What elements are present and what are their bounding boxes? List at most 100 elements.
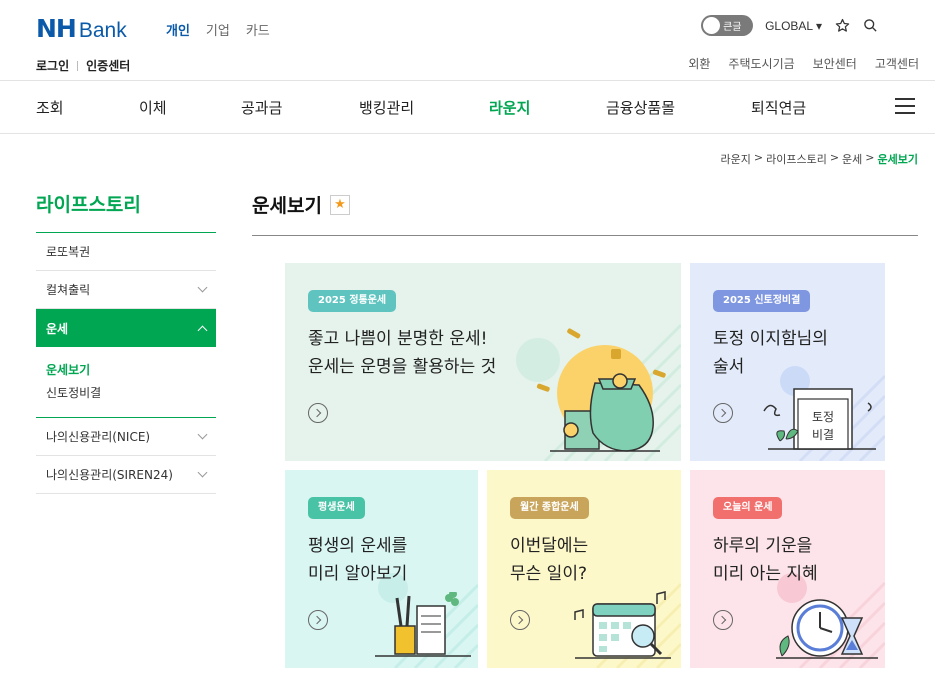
gnb-financial-mall[interactable]: 금융상품몰 (606, 97, 675, 118)
side-item-label: 나의신용관리(NICE) (46, 430, 151, 444)
divider (77, 60, 79, 71)
chevron-down-icon (197, 429, 208, 440)
tab-card[interactable]: 카드 (246, 20, 270, 39)
card-title-line2: 술서 (713, 357, 745, 377)
global-menu-button[interactable]: GLOBAL ▾ (765, 19, 822, 33)
logo-nh: NH (36, 14, 77, 43)
card-badge: 평생운세 (308, 497, 365, 519)
gnb-banking-management[interactable]: 뱅킹관리 (359, 97, 414, 118)
gnb-utility-bills[interactable]: 공과금 (241, 97, 282, 118)
large-text-toggle[interactable]: 큰글 (701, 15, 754, 36)
side-item-label: 나의신용관리(SIREN24) (46, 468, 173, 482)
card-title-line2: 운세는 운명을 활용하는 것 (308, 357, 497, 377)
book-title-line2: 비결 (812, 428, 834, 442)
sub-link-security-center[interactable]: 보안센터 (813, 55, 857, 72)
card-title: 이번달에는 무슨 일이? (510, 532, 588, 588)
page-title-text: 운세보기 (252, 195, 322, 217)
side-subitem-fortune-view[interactable]: 운세보기 (46, 359, 206, 382)
side-item-label: 운세 (46, 321, 69, 336)
pencil-cup-icon (375, 592, 471, 657)
breadcrumb-separator: > (865, 151, 875, 164)
card-title-line1: 토정 이지함님의 (713, 329, 828, 349)
arrow-right-icon[interactable] (308, 610, 328, 630)
breadcrumb-separator: > (829, 151, 840, 164)
sub-link-forex[interactable]: 외환 (688, 55, 710, 72)
book-icon: 토정 비결 (763, 388, 876, 450)
breadcrumb: 라운지 > 라이프스토리 > 운세 > 운세보기 (721, 151, 919, 167)
card-title: 하루의 기운을 미리 아는 지혜 (713, 532, 818, 588)
card-daily-fortune[interactable]: 오늘의 운세 하루의 기운을 미리 아는 지혜 (690, 470, 885, 668)
gnb-lounge[interactable]: 라운지 (489, 97, 530, 118)
customer-type-tabs: 개인 기업 카드 (166, 20, 270, 39)
money-bag-icon (536, 328, 666, 452)
side-item-fortune[interactable]: 운세 (36, 309, 216, 347)
sub-links: 외환 주택도시기금 보안센터 고객센터 (688, 55, 919, 72)
title-divider (252, 235, 918, 236)
chevron-up-icon (197, 325, 208, 335)
auth-links: 로그인 인증센터 (36, 57, 130, 74)
card-title-line1: 평생의 운세를 (308, 536, 408, 556)
card-title: 토정 이지함님의 술서 (713, 325, 828, 381)
menu-icon[interactable] (895, 98, 915, 115)
top-bar: NH Bank 개인 기업 카드 로그인 인증센터 큰글 GLOBAL ▾ 외환… (0, 0, 935, 80)
cert-center-link[interactable]: 인증센터 (86, 57, 130, 74)
tab-business[interactable]: 기업 (206, 20, 230, 39)
card-badge: 오늘의 운세 (713, 497, 783, 519)
breadcrumb-lifestory[interactable]: 라이프스토리 (766, 151, 827, 167)
side-item-label: 로또복권 (46, 245, 91, 259)
card-title: 좋고 나쁨이 분명한 운세! 운세는 운명을 활용하는 것 (308, 325, 496, 381)
favorite-star-icon[interactable]: ★ (329, 194, 350, 215)
card-lifetime-fortune[interactable]: 평생운세 평생의 운세를 미리 알아보기 (285, 470, 478, 668)
card-title-line2: 미리 아는 지혜 (713, 564, 818, 584)
toggle-label: 큰글 (723, 22, 742, 33)
side-item-credit-siren24[interactable]: 나의신용관리(SIREN24) (36, 456, 216, 494)
gnb-transfer[interactable]: 이체 (139, 97, 167, 118)
book-title-line1: 토정 (812, 410, 834, 424)
arrow-right-icon[interactable] (713, 403, 733, 423)
side-submenu: 운세보기 신토정비결 (36, 347, 216, 418)
arrow-right-icon[interactable] (510, 610, 530, 630)
search-icon[interactable] (862, 18, 878, 34)
calendar-icon (574, 591, 671, 659)
side-item-lotto[interactable]: 로또복권 (36, 233, 216, 271)
gnb-retirement-pension[interactable]: 퇴직연금 (751, 97, 806, 118)
star-icon[interactable] (834, 18, 850, 34)
logo-bank: Bank (78, 19, 127, 42)
breadcrumb-current: 운세보기 (877, 153, 918, 166)
arrow-right-icon[interactable] (713, 610, 733, 630)
card-title-line1: 하루의 기운을 (713, 536, 813, 556)
card-2025-new-tojeong[interactable]: 2025 신토정비결 토정 이지함님의 술서 토정 비결 (690, 263, 885, 461)
gnb-inquiry[interactable]: 조회 (36, 97, 64, 118)
card-monthly-fortune[interactable]: 월간 종합운세 이번달에는 무슨 일이? (487, 470, 681, 668)
tab-personal[interactable]: 개인 (166, 20, 190, 39)
side-subitem-new-tojeong[interactable]: 신토정비결 (46, 382, 206, 405)
chevron-down-icon (197, 282, 208, 293)
arrow-right-icon[interactable] (308, 403, 328, 423)
card-title-line1: 좋고 나쁨이 분명한 운세! (308, 329, 488, 349)
card-title: 평생의 운세를 미리 알아보기 (308, 532, 407, 588)
side-nav-title: 라이프스토리 (36, 190, 216, 233)
chevron-down-icon (197, 467, 208, 478)
clock-hourglass-icon (776, 599, 878, 659)
side-item-culture[interactable]: 컬쳐출릭 (36, 271, 216, 309)
login-link[interactable]: 로그인 (36, 57, 69, 74)
sub-link-housing-fund[interactable]: 주택도시기금 (728, 55, 794, 72)
side-item-label: 컬쳐출릭 (46, 283, 91, 297)
breadcrumb-fortune[interactable]: 운세 (842, 151, 862, 167)
breadcrumb-lounge[interactable]: 라운지 (721, 151, 751, 167)
card-badge: 월간 종합운세 (510, 497, 589, 519)
toggle-knob (703, 17, 721, 34)
nh-bank-logo[interactable]: NH Bank (36, 14, 127, 43)
card-2025-traditional-fortune[interactable]: 2025 정통운세 좋고 나쁨이 분명한 운세! 운세는 운명을 활용하는 것 (285, 263, 681, 461)
card-title-line2: 무슨 일이? (510, 564, 587, 584)
side-navigation: 라이프스토리 로또복권 컬쳐출릭 운세 운세보기 신토정비결 나의신용관리(NI… (36, 190, 216, 494)
card-badge: 2025 신토정비결 (713, 290, 811, 312)
utility-menu: 큰글 GLOBAL ▾ (701, 15, 878, 36)
card-title-line2: 미리 알아보기 (308, 564, 408, 584)
card-badge: 2025 정통운세 (308, 290, 397, 312)
sub-link-customer-center[interactable]: 고객센터 (875, 55, 919, 72)
page-title: 운세보기 ★ (252, 191, 350, 218)
side-item-credit-nice[interactable]: 나의신용관리(NICE) (36, 418, 216, 456)
card-title-line1: 이번달에는 (510, 536, 589, 556)
main-navigation: 조회 이체 공과금 뱅킹관리 라운지 금융상품몰 퇴직연금 (0, 80, 935, 134)
